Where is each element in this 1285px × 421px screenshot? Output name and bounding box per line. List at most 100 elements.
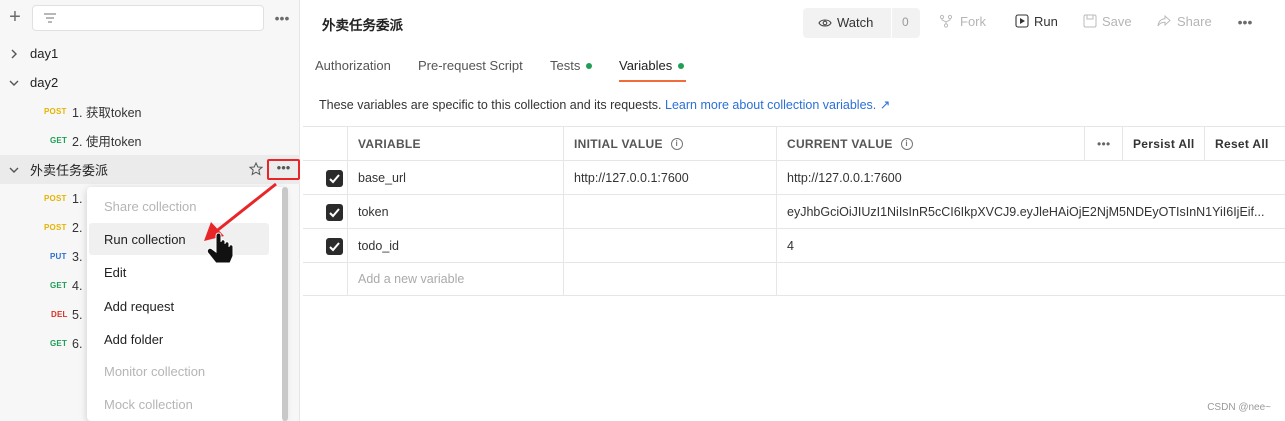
tab-tests[interactable]: Tests xyxy=(550,58,593,73)
collection-context-menu: Share collection Run collection Edit Add… xyxy=(87,187,285,421)
collection-day2[interactable]: day2 xyxy=(0,68,300,97)
initial-value[interactable] xyxy=(563,263,776,295)
table-row-new: Add a new variable xyxy=(303,263,1285,296)
row-checkbox[interactable] xyxy=(326,238,343,255)
request-label: 1. 获取token xyxy=(72,106,142,120)
request-label: 2. 使用token xyxy=(72,135,142,149)
chevron-right-icon xyxy=(11,49,17,58)
variable-name[interactable]: base_url xyxy=(347,161,563,194)
tab-label: Authorization xyxy=(315,58,391,73)
tab-label: Tests xyxy=(550,58,581,73)
filter-icon xyxy=(44,13,56,23)
request-item[interactable]: GET 2. 使用token xyxy=(0,126,300,155)
new-collection-plus-icon[interactable]: + xyxy=(6,6,24,28)
sidebar-toolbar: + ••• xyxy=(0,0,300,38)
table-more-icon[interactable]: ••• xyxy=(1084,127,1122,160)
header-variable: VARIABLE xyxy=(347,127,563,160)
star-icon[interactable] xyxy=(249,162,263,176)
filter-input[interactable] xyxy=(32,5,264,31)
initial-value[interactable] xyxy=(563,195,776,228)
method-badge: POST xyxy=(44,107,67,116)
eye-icon xyxy=(818,19,832,27)
menu-item-edit[interactable]: Edit xyxy=(104,265,126,280)
table-row: token eyJhbGciOiJIUzI1NiIsInR5cCI6IkpXVC… xyxy=(303,195,1285,229)
header-initial-value: INITIAL VALUE i xyxy=(563,127,776,160)
fork-button[interactable]: Fork xyxy=(960,14,986,29)
status-dot xyxy=(678,62,685,69)
initial-value[interactable]: http://127.0.0.1:7600 xyxy=(563,161,776,194)
learn-more-link[interactable]: Learn more about collection variables. ↗ xyxy=(665,98,890,112)
info-icon: i xyxy=(900,137,913,150)
variable-name[interactable]: todo_id xyxy=(347,229,563,262)
table-row: base_url http://127.0.0.1:7600 http://12… xyxy=(303,161,1285,195)
variables-info: These variables are specific to this col… xyxy=(319,97,890,112)
method-badge: POST xyxy=(44,223,67,232)
more-dots-icon: ••• xyxy=(276,160,291,175)
row-checkbox[interactable] xyxy=(326,170,343,187)
save-icon xyxy=(1083,14,1097,28)
watch-button[interactable]: Watch 0 xyxy=(803,8,920,38)
method-badge: DEL xyxy=(51,310,68,319)
watch-label: Watch xyxy=(837,15,874,30)
table-header: VARIABLE INITIAL VALUE i CURRENT VALUE i •… xyxy=(303,126,1285,161)
method-badge: POST xyxy=(44,194,67,203)
run-button[interactable]: Run xyxy=(1034,14,1058,29)
info-text: These variables are specific to this col… xyxy=(319,98,662,112)
collection-day1[interactable]: day1 xyxy=(0,39,300,68)
fork-icon xyxy=(939,14,953,28)
request-label: 6. xyxy=(72,336,83,351)
request-item[interactable]: POST 1. 获取token xyxy=(0,97,300,126)
watermark: CSDN @nee~ xyxy=(1207,402,1271,413)
tab-label: Pre-request Script xyxy=(418,58,523,73)
header-current-label: CURRENT VALUE xyxy=(787,136,893,151)
collection-more-button[interactable]: ••• xyxy=(267,159,300,180)
tab-authorization[interactable]: Authorization xyxy=(315,58,391,73)
collection-title: 外卖任务委派 xyxy=(322,18,403,33)
request-label: 3. xyxy=(72,249,83,264)
menu-scrollbar[interactable] xyxy=(282,187,288,421)
request-label: 1. xyxy=(72,191,83,206)
menu-item-add-request[interactable]: Add request xyxy=(104,299,174,314)
header-initial-label: INITIAL VALUE xyxy=(574,136,663,151)
menu-item-mock-collection[interactable]: Mock collection xyxy=(104,397,193,412)
save-button[interactable]: Save xyxy=(1102,14,1132,29)
current-value[interactable] xyxy=(776,263,1285,295)
row-checkbox[interactable] xyxy=(326,204,343,221)
tab-variables[interactable]: Variables xyxy=(619,58,685,73)
tab-label: Variables xyxy=(619,58,673,73)
sidebar-more-icon[interactable]: ••• xyxy=(271,11,293,29)
request-label: 5. xyxy=(72,307,83,322)
method-badge: PUT xyxy=(50,252,67,261)
chevron-down-icon xyxy=(9,80,19,86)
current-value[interactable]: 4 xyxy=(776,229,1285,262)
menu-item-add-folder[interactable]: Add folder xyxy=(104,332,163,347)
divider xyxy=(891,8,892,38)
run-icon xyxy=(1015,14,1029,28)
add-variable-input[interactable]: Add a new variable xyxy=(347,263,563,295)
current-value[interactable]: eyJhbGciOiJIUzI1NiIsInR5cCI6IkpXVCJ9.eyJ… xyxy=(776,195,1285,228)
share-button[interactable]: Share xyxy=(1177,14,1212,29)
reset-all-button[interactable]: Reset All xyxy=(1204,127,1285,160)
method-badge: GET xyxy=(50,339,68,348)
menu-item-run-collection[interactable]: Run collection xyxy=(104,232,186,247)
main-panel: 外卖任务委派 Watch 0 Fork Run Save Share ••• A… xyxy=(301,0,1285,421)
header-more-icon[interactable]: ••• xyxy=(1234,15,1256,33)
active-tab-indicator xyxy=(619,80,686,82)
method-badge: GET xyxy=(50,281,68,290)
initial-value[interactable] xyxy=(563,229,776,262)
info-icon: i xyxy=(670,137,683,150)
tab-bar: Authorization Pre-request Script Tests V… xyxy=(301,50,1285,82)
menu-item-share-collection[interactable]: Share collection xyxy=(104,199,197,214)
variable-name[interactable]: token xyxy=(347,195,563,228)
share-icon xyxy=(1157,14,1171,27)
menu-item-monitor-collection[interactable]: Monitor collection xyxy=(104,364,205,379)
collection-waimai[interactable]: 外卖任务委派 xyxy=(0,155,300,184)
table-row: todo_id 4 xyxy=(303,229,1285,263)
tab-pre-request-script[interactable]: Pre-request Script xyxy=(418,58,523,73)
chevron-down-icon xyxy=(9,167,19,173)
collection-label: 外卖任务委派 xyxy=(30,163,109,178)
header-current-value: CURRENT VALUE i xyxy=(776,127,1084,160)
method-badge: GET xyxy=(50,136,68,145)
current-value[interactable]: http://127.0.0.1:7600 xyxy=(776,161,1285,194)
persist-all-button[interactable]: Persist All xyxy=(1122,127,1204,160)
